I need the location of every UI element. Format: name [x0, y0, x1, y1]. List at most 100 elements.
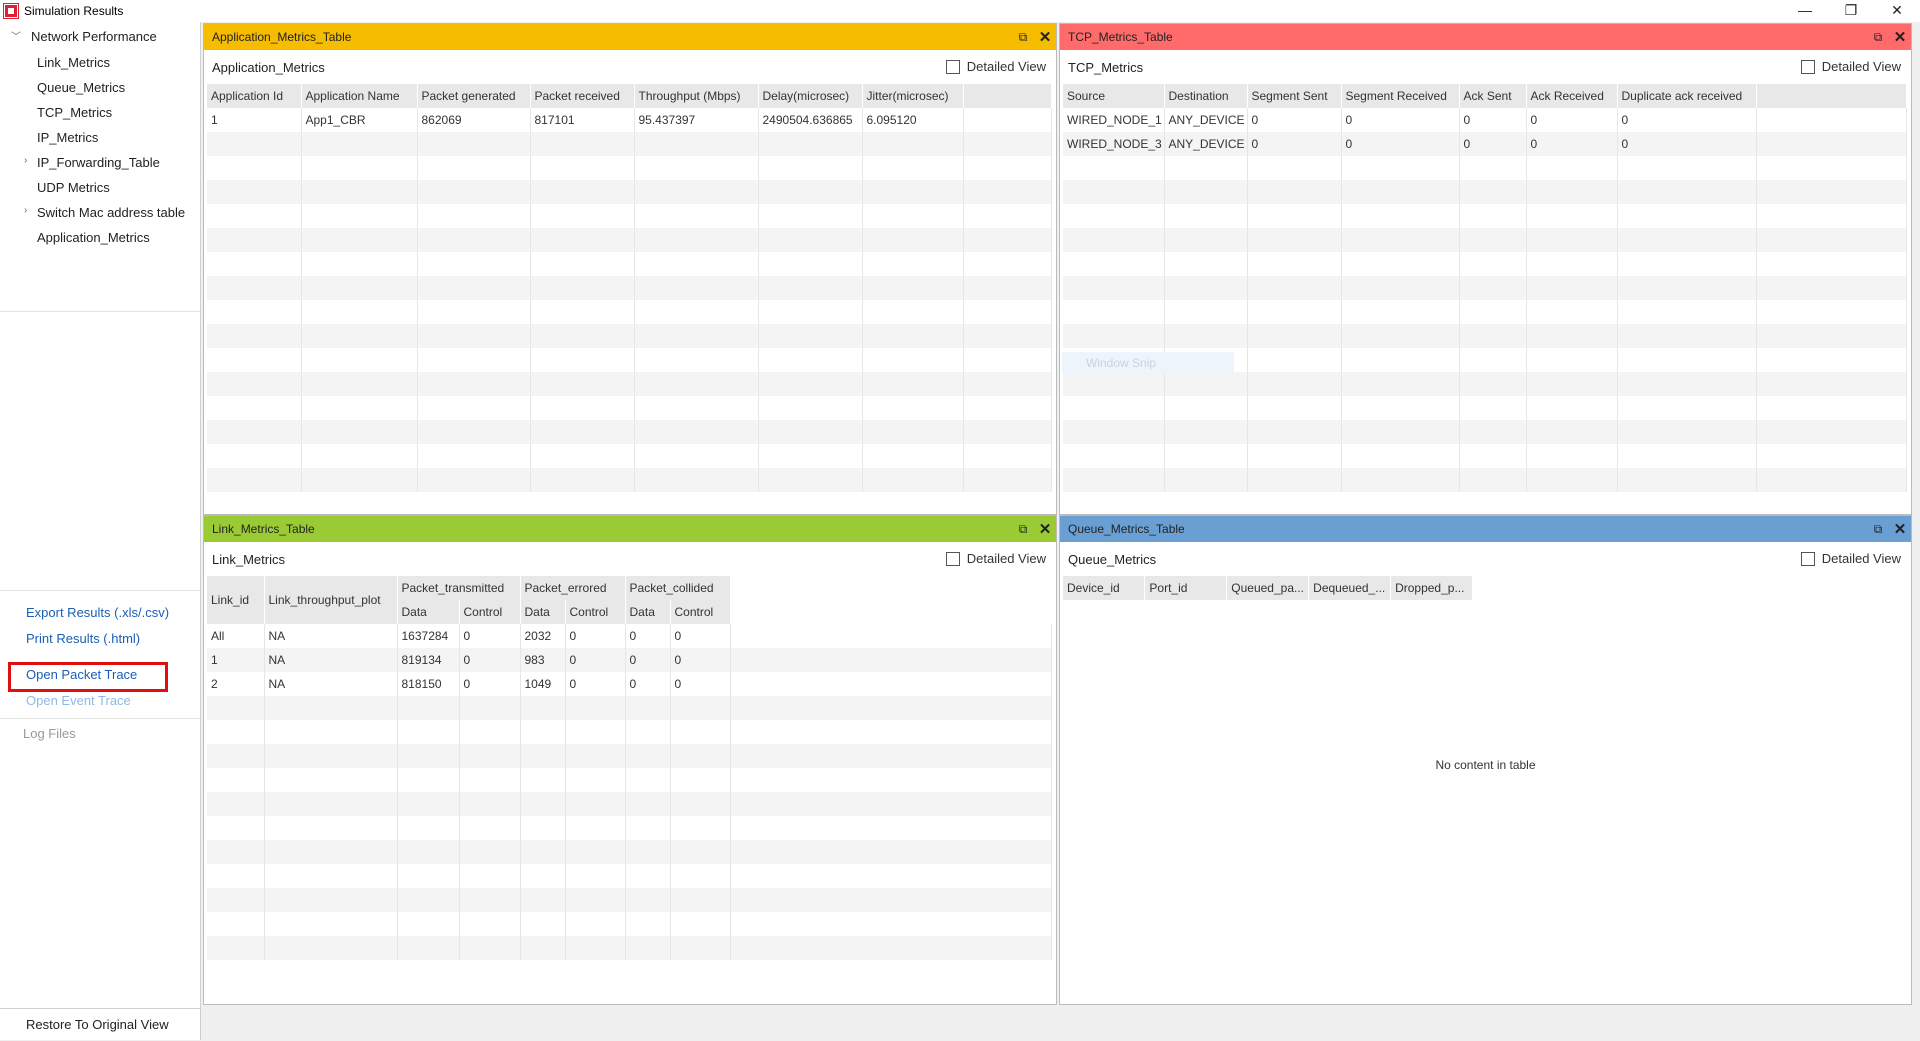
minimize-button[interactable]: — [1782, 0, 1828, 22]
column-header[interactable]: Destination [1164, 84, 1248, 108]
table-cell [1459, 324, 1527, 348]
table-cell [530, 252, 635, 276]
detailed-view-checkbox[interactable]: Detailed View [1800, 59, 1901, 74]
table-cell [1459, 444, 1527, 468]
table-row[interactable]: All NA 1637284 0 2032 0 0 0 [207, 624, 1052, 648]
column-header[interactable]: Segment Sent [1247, 84, 1342, 108]
chevron-right-icon[interactable]: › [24, 205, 27, 216]
table-cell [301, 276, 418, 300]
chevron-right-icon[interactable]: › [24, 155, 27, 166]
table-cell [963, 372, 1052, 396]
table-row[interactable]: WIRED_NODE_3 ANY_DEVICE 0 0 0 0 0 [1063, 132, 1907, 156]
table-cell [1247, 228, 1342, 252]
tree-item-link-metrics[interactable]: Link_Metrics [37, 55, 110, 70]
column-header[interactable]: Data [625, 600, 671, 624]
column-header[interactable]: Delay(microsec) [758, 84, 863, 108]
table-cell [1063, 252, 1165, 276]
detailed-view-checkbox[interactable]: Detailed View [945, 551, 1046, 566]
column-header[interactable]: Dropped_p... [1390, 576, 1473, 600]
column-header[interactable]: Device_id [1063, 576, 1146, 600]
print-results-link[interactable]: Print Results (.html) [26, 631, 140, 646]
tree-root-network-performance[interactable]: Network Performance [31, 29, 157, 44]
table-cell: 0 [1247, 132, 1342, 156]
column-header[interactable]: Control [670, 600, 731, 624]
popout-icon[interactable]: ⧉ [1012, 30, 1034, 45]
tree-item-ip-metrics[interactable]: IP_Metrics [37, 130, 98, 145]
table-cell [459, 792, 521, 816]
column-header[interactable]: Throughput (Mbps) [634, 84, 759, 108]
tree-item-ip-forwarding-table[interactable]: IP_Forwarding_Table [37, 155, 160, 170]
close-icon[interactable]: ✕ [1889, 28, 1911, 46]
table-row[interactable]: 1 NA 819134 0 983 0 0 0 [207, 648, 1052, 672]
column-header[interactable]: Data [520, 600, 566, 624]
tree-item-switch-mac-table[interactable]: Switch Mac address table [37, 205, 185, 220]
column-header[interactable]: Duplicate ack received [1617, 84, 1757, 108]
popout-icon[interactable]: ⧉ [1012, 522, 1034, 537]
column-header[interactable]: Dequeued_... [1308, 576, 1392, 600]
table-cell [459, 768, 521, 792]
empty-table-row [207, 792, 1052, 816]
tree-item-queue-metrics[interactable]: Queue_Metrics [37, 80, 125, 95]
column-header[interactable]: Source [1063, 84, 1165, 108]
checkbox-icon[interactable] [1800, 59, 1815, 74]
tree-item-udp-metrics[interactable]: UDP Metrics [37, 180, 110, 195]
column-header[interactable]: Ack Sent [1459, 84, 1527, 108]
close-icon[interactable]: ✕ [1889, 520, 1911, 538]
column-header[interactable]: Ack Received [1526, 84, 1618, 108]
column-header[interactable]: Packet received [530, 84, 635, 108]
table-cell [207, 744, 265, 768]
detailed-view-label: Detailed View [966, 59, 1046, 74]
table-cell [634, 372, 759, 396]
column-header[interactable]: Queued_pa... [1226, 576, 1310, 600]
close-window-button[interactable]: ✕ [1874, 0, 1920, 22]
panel-title: Link_Metrics_Table [212, 522, 315, 536]
table-cell [862, 444, 964, 468]
export-results-link[interactable]: Export Results (.xls/.csv) [26, 605, 169, 620]
column-header[interactable]: Control [565, 600, 626, 624]
close-icon[interactable]: ✕ [1034, 28, 1056, 46]
panel-title: Application_Metrics_Table [212, 30, 352, 44]
detailed-view-checkbox[interactable]: Detailed View [1800, 551, 1901, 566]
chevron-down-icon[interactable]: ﹀ [11, 28, 21, 43]
table-cell [634, 276, 759, 300]
table-cell [1341, 276, 1460, 300]
table-cell [301, 252, 418, 276]
table-cell [1526, 276, 1618, 300]
column-header[interactable]: Segment Received [1341, 84, 1460, 108]
close-icon[interactable]: ✕ [1034, 520, 1056, 538]
popout-icon[interactable]: ⧉ [1867, 30, 1889, 45]
table-cell [1617, 180, 1757, 204]
restore-window-button[interactable]: ❐ [1828, 0, 1874, 22]
restore-original-view-button[interactable]: Restore To Original View [0, 1008, 200, 1040]
table-row[interactable]: 2 NA 818150 0 1049 0 0 0 [207, 672, 1052, 696]
empty-table-row [207, 696, 1052, 720]
open-packet-trace-link[interactable]: Open Packet Trace [26, 667, 137, 682]
tree-item-application-metrics[interactable]: Application_Metrics [37, 230, 150, 245]
table-row[interactable]: WIRED_NODE_1 ANY_DEVICE 0 0 0 0 0 [1063, 108, 1907, 132]
column-header[interactable]: Link_throughput_plot [264, 576, 398, 624]
column-header[interactable]: Packet generated [417, 84, 531, 108]
checkbox-icon[interactable] [945, 59, 960, 74]
column-header[interactable]: Jitter(microsec) [862, 84, 964, 108]
table-cell [417, 276, 531, 300]
checkbox-icon[interactable] [945, 551, 960, 566]
detailed-view-checkbox[interactable]: Detailed View [945, 59, 1046, 74]
column-header[interactable]: Port_id [1144, 576, 1228, 600]
table-cell [862, 276, 964, 300]
table-cell [207, 864, 265, 888]
column-header[interactable]: Link_id [207, 576, 265, 624]
table-cell [1341, 372, 1460, 396]
table-cell [1341, 420, 1460, 444]
table-cell [862, 324, 964, 348]
column-header[interactable]: Control [459, 600, 521, 624]
column-header[interactable]: Application Name [301, 84, 418, 108]
table-row[interactable]: 1 App1_CBR 862069 817101 95.437397 24905… [207, 108, 1052, 132]
tree-item-tcp-metrics[interactable]: TCP_Metrics [37, 105, 112, 120]
column-header[interactable]: Application Id [207, 84, 302, 108]
checkbox-icon[interactable] [1800, 551, 1815, 566]
popout-icon[interactable]: ⧉ [1867, 522, 1889, 537]
table-cell [459, 864, 521, 888]
table-cell [520, 792, 566, 816]
table-cell [670, 912, 731, 936]
column-header[interactable]: Data [397, 600, 460, 624]
